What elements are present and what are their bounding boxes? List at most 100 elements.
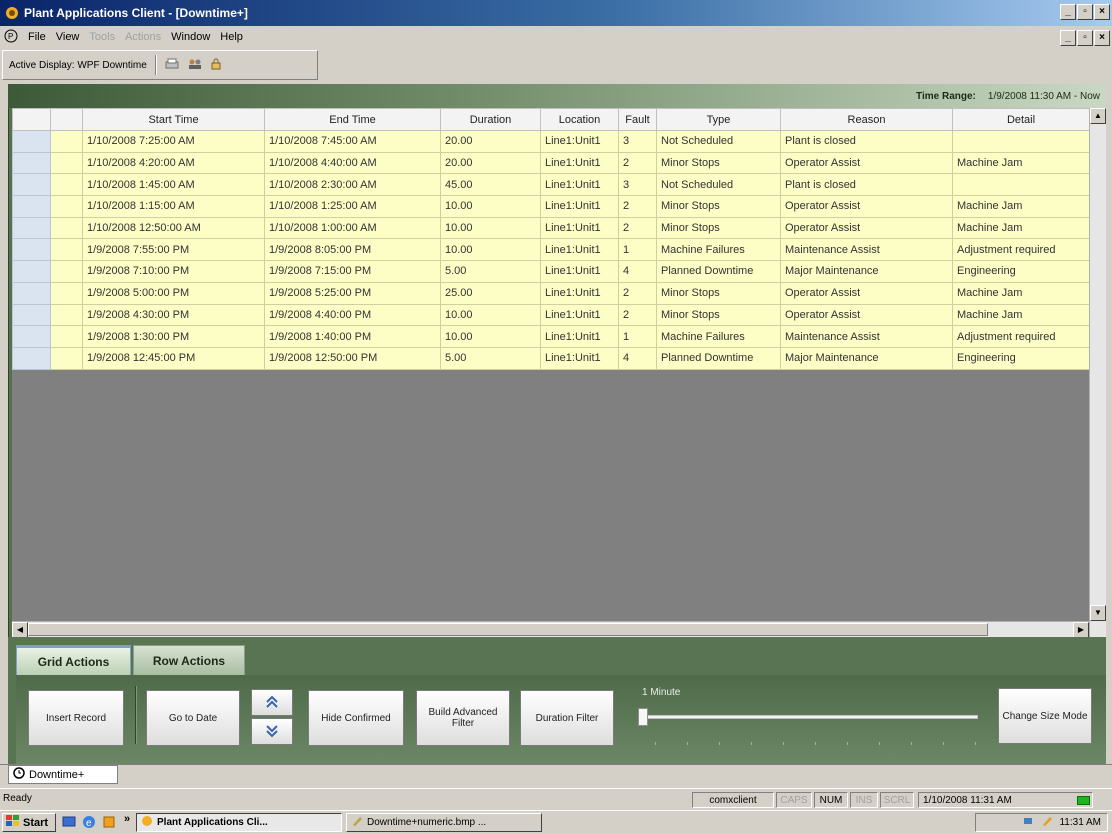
cell-end-time[interactable]: 1/9/2008 8:05:00 PM [264,238,441,262]
cell-duration[interactable]: 10.00 [440,303,541,327]
cell-duration[interactable]: 5.00 [440,346,541,370]
cell-detail[interactable]: Engineering [952,260,1089,283]
row-selector[interactable] [12,130,51,153]
menu-app-icon[interactable]: P [4,29,18,46]
print-icon[interactable] [165,58,179,73]
cell-type[interactable]: Planned Downtime [656,346,781,370]
cell-location[interactable]: Line1:Unit1 [540,260,619,283]
cell-fault[interactable]: 2 [618,151,657,175]
cell-location[interactable]: Line1:Unit1 [540,130,619,153]
cell-location[interactable]: Line1:Unit1 [540,216,619,240]
table-row[interactable]: 1/10/2008 12:50:00 AM 1/10/2008 1:00:00 A… [12,216,1089,240]
cell-fault[interactable]: 2 [618,195,657,218]
cell-start-time[interactable]: 1/10/2008 1:45:00 AM [82,173,265,197]
duration-slider-thumb[interactable] [638,708,648,726]
row-selector[interactable] [12,151,51,175]
cell-detail[interactable]: Machine Jam [952,195,1089,218]
cell-duration[interactable]: 45.00 [440,173,541,197]
cell-end-time[interactable]: 1/10/2008 1:00:00 AM [264,216,441,240]
cell-detail[interactable]: Machine Jam [952,303,1089,327]
cell-fault[interactable]: 4 [618,346,657,370]
cell-detail[interactable]: Machine Jam [952,151,1089,175]
task-plant-applications[interactable]: Plant Applications Cli... [136,813,342,832]
cell-fault[interactable]: 4 [618,260,657,283]
table-row[interactable]: 1/9/2008 7:55:00 PM 1/9/2008 8:05:00 PM 10… [12,238,1089,262]
cell-reason[interactable]: Major Maintenance [780,346,953,370]
cell-detail[interactable] [952,173,1089,197]
pen-icon[interactable] [1041,815,1053,830]
cell-location[interactable]: Line1:Unit1 [540,238,619,262]
cell-type[interactable]: Machine Failures [656,325,781,348]
cell-end-time[interactable]: 1/9/2008 4:40:00 PM [264,303,441,327]
row-selector[interactable] [12,281,51,305]
table-row[interactable]: 1/10/2008 1:45:00 AM 1/10/2008 2:30:00 AM… [12,173,1089,197]
cell-reason[interactable]: Operator Assist [780,195,953,218]
cell-location[interactable]: Line1:Unit1 [540,303,619,327]
row-selector[interactable] [12,173,51,197]
cell-location[interactable]: Line1:Unit1 [540,195,619,218]
internet-explorer-icon[interactable]: e [82,815,96,832]
cell-start-time[interactable]: 1/10/2008 12:50:00 AM [82,216,265,240]
row-selector[interactable] [12,260,51,283]
menu-window[interactable]: Window [171,31,210,43]
cell-reason[interactable]: Operator Assist [780,216,953,240]
cell-type[interactable]: Minor Stops [656,216,781,240]
cell-reason[interactable]: Operator Assist [780,303,953,327]
horizontal-scroll-thumb[interactable] [28,623,988,636]
build-advanced-filter-button[interactable]: Build Advanced Filter [416,690,510,746]
cell-fault[interactable]: 1 [618,325,657,348]
menu-tools[interactable]: Tools [89,31,115,43]
start-button[interactable]: start [2,813,56,832]
network-icon[interactable] [1023,815,1035,830]
insert-record-button[interactable]: Insert Record [28,690,124,746]
cell-end-time[interactable]: 1/10/2008 4:40:00 AM [264,151,441,175]
cell-duration[interactable]: 10.00 [440,216,541,240]
table-row[interactable]: 1/9/2008 7:10:00 PM 1/9/2008 7:15:00 PM 5.… [12,260,1089,283]
menu-help[interactable]: Help [220,31,243,43]
cell-type[interactable]: Minor Stops [656,303,781,327]
maximize-button[interactable]: ▫ [1077,4,1093,20]
cell-start-time[interactable]: 1/10/2008 1:15:00 AM [82,195,265,218]
column-header-fault[interactable]: Fault [618,108,657,131]
duration-slider-track[interactable] [643,715,978,719]
document-tab-downtime[interactable]: Downtime+ [8,765,118,784]
show-desktop-icon[interactable] [62,815,76,832]
cell-location[interactable]: Line1:Unit1 [540,173,619,197]
scroll-bottom-button[interactable] [251,718,293,745]
duration-filter-button[interactable]: Duration Filter [520,690,614,746]
cell-start-time[interactable]: 1/9/2008 7:55:00 PM [82,238,265,262]
cell-reason[interactable]: Major Maintenance [780,260,953,283]
users-icon[interactable] [187,58,203,73]
cell-fault[interactable]: 1 [618,238,657,262]
mdi-minimize-button[interactable]: _ [1060,30,1076,46]
cell-type[interactable]: Minor Stops [656,151,781,175]
scroll-left-arrow-icon[interactable]: ◀ [12,622,28,638]
menu-view[interactable]: View [56,31,80,43]
cell-type[interactable]: Machine Failures [656,238,781,262]
table-row[interactable]: 1/10/2008 4:20:00 AM 1/10/2008 4:40:00 AM… [12,151,1089,175]
cell-start-time[interactable]: 1/10/2008 4:20:00 AM [82,151,265,175]
cell-duration[interactable]: 20.00 [440,130,541,153]
cell-type[interactable]: Minor Stops [656,195,781,218]
change-size-mode-button[interactable]: Change Size Mode [998,688,1092,744]
table-row[interactable]: 1/9/2008 1:30:00 PM 1/9/2008 1:40:00 PM 10… [12,325,1089,348]
cell-reason[interactable]: Operator Assist [780,151,953,175]
cell-end-time[interactable]: 1/9/2008 5:25:00 PM [264,281,441,305]
cell-start-time[interactable]: 1/9/2008 7:10:00 PM [82,260,265,283]
column-header-type[interactable]: Type [656,108,781,131]
cell-end-time[interactable]: 1/9/2008 1:40:00 PM [264,325,441,348]
row-selector[interactable] [12,216,51,240]
tab-row-actions[interactable]: Row Actions [133,645,245,675]
cell-detail[interactable]: Machine Jam [952,216,1089,240]
row-selector[interactable] [12,303,51,327]
cell-end-time[interactable]: 1/10/2008 2:30:00 AM [264,173,441,197]
cell-end-time[interactable]: 1/10/2008 7:45:00 AM [264,130,441,153]
column-header-end-time[interactable]: End Time [264,108,441,131]
cell-location[interactable]: Line1:Unit1 [540,325,619,348]
scroll-right-arrow-icon[interactable]: ▶ [1073,622,1089,638]
task-paint-image[interactable]: Downtime+numeric.bmp ... [346,813,542,832]
downtime-grid[interactable]: Start Time End Time Duration Location Fa… [12,108,1089,621]
cell-location[interactable]: Line1:Unit1 [540,281,619,305]
cell-fault[interactable]: 2 [618,216,657,240]
cell-duration[interactable]: 20.00 [440,151,541,175]
